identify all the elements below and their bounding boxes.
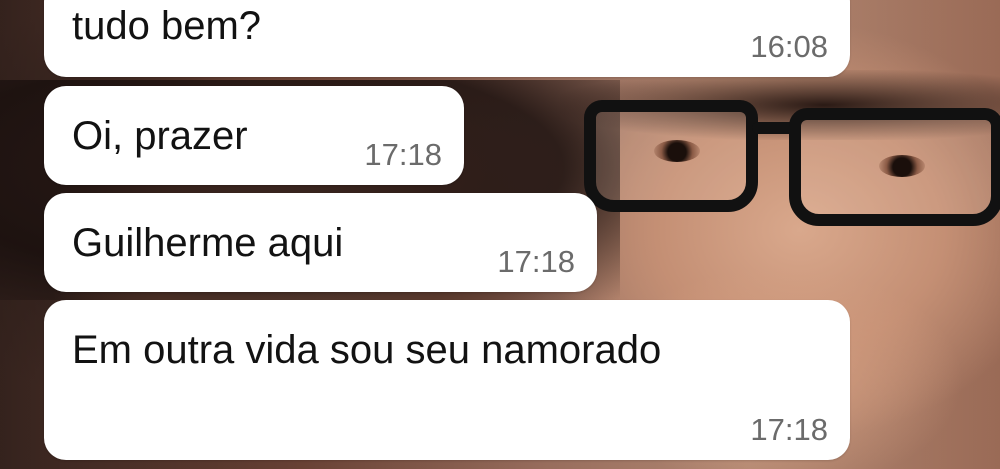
message-bubble[interactable]: Oi, prazer 17:18 xyxy=(44,86,464,185)
message-bubble[interactable]: Guilherme aqui 17:18 xyxy=(44,193,597,292)
wallpaper-glasses-shape xyxy=(584,100,1000,226)
message-text: Oi, prazer xyxy=(72,114,248,158)
message-text: Em outra vida sou seu namorado xyxy=(72,328,662,372)
message-text: Guilherme aqui xyxy=(72,221,344,265)
message-bubble[interactable]: tudo bem? 16:08 xyxy=(44,0,850,77)
wallpaper-right-eye xyxy=(879,155,925,177)
message-timestamp: 17:18 xyxy=(364,137,442,172)
message-timestamp: 17:18 xyxy=(497,244,575,279)
message-timestamp: 16:08 xyxy=(750,29,828,64)
message-text: tudo bem? xyxy=(72,4,262,48)
message-timestamp: 17:18 xyxy=(750,412,828,447)
message-bubble[interactable]: Em outra vida sou seu namorado 17:18 xyxy=(44,300,850,460)
wallpaper-left-eye xyxy=(654,140,700,162)
